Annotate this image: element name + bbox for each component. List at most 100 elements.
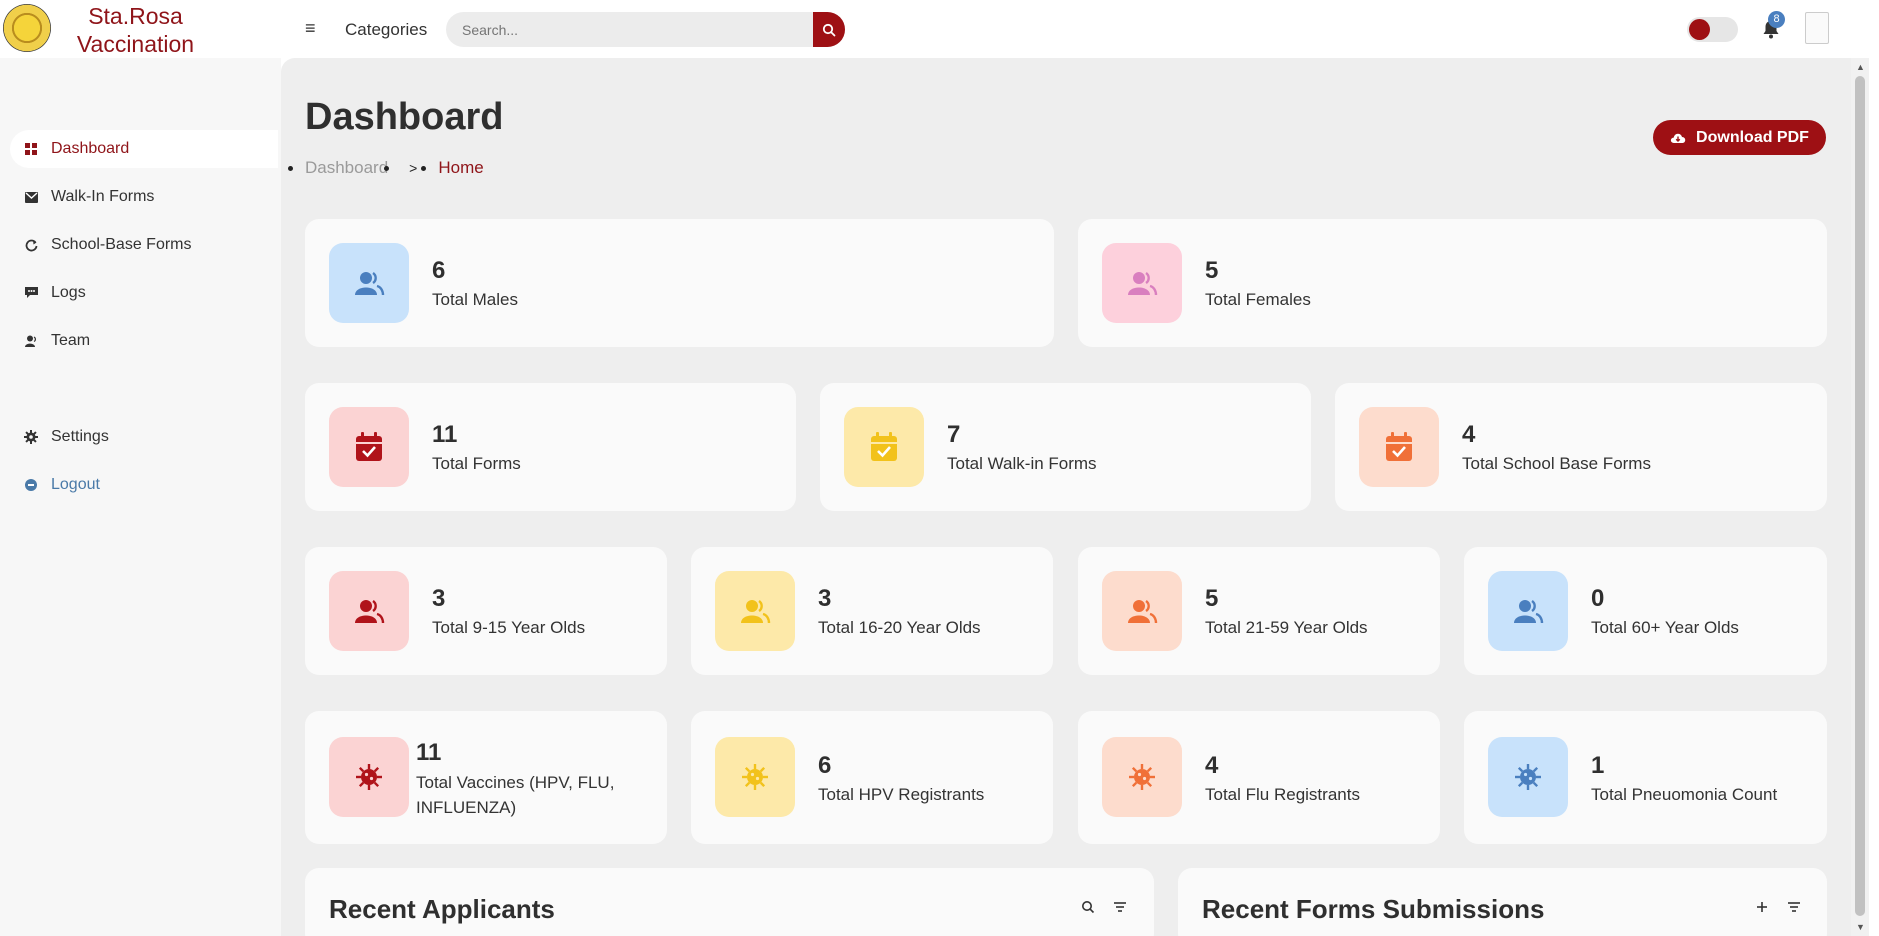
recent-applicants-title: Recent Applicants <box>329 894 555 924</box>
cloud-download-icon <box>1670 133 1686 143</box>
search-button[interactable] <box>813 12 845 47</box>
scroll-down-icon[interactable]: ▼ <box>1856 922 1865 932</box>
stat-label: Total 21-59 Year Olds <box>1205 618 1368 637</box>
sidebar: Dashboard Walk-In Forms School-Base Form… <box>0 58 281 936</box>
stat-label: Total Males <box>432 290 518 309</box>
users-icon <box>1102 571 1182 651</box>
stat-label: Total Pneuomonia Count <box>1591 785 1778 804</box>
download-pdf-label: Download PDF <box>1696 128 1809 146</box>
stat-card-total-vaccines: 11 Total Vaccines (HPV, FLU, INFLUENZA) <box>305 711 667 844</box>
stat-value: 5 <box>1205 257 1219 284</box>
stat-label: Total 9-15 Year Olds <box>432 618 586 637</box>
download-pdf-button[interactable]: Download PDF <box>1653 120 1826 155</box>
calendar-check-icon <box>329 407 409 487</box>
sidebar-item-team[interactable]: Team <box>10 322 278 360</box>
recent-forms-panel: Recent Forms Submissions <box>1178 868 1827 936</box>
logout-icon <box>16 479 46 491</box>
virus-icon <box>715 737 795 817</box>
sidebar-item-label: Logout <box>51 476 100 493</box>
recent-forms-title: Recent Forms Submissions <box>1202 894 1545 924</box>
stat-card-hpv: 6 Total HPV Registrants <box>691 711 1053 844</box>
stat-value: 11 <box>416 739 442 766</box>
recent-applicants-panel: Recent Applicants <box>305 868 1154 936</box>
stat-label: Total Vaccines (HPV, FLU, INFLUENZA) <box>416 773 615 817</box>
filter-icon[interactable] <box>1787 900 1801 914</box>
users-icon <box>329 243 409 323</box>
page-scrollbar[interactable]: ▲ ▼ <box>1851 58 1869 936</box>
stat-card-age-16-20: 3 Total 16-20 Year Olds <box>691 547 1053 675</box>
stat-card-walk-in-forms: 7 Total Walk-in Forms <box>820 383 1311 511</box>
stat-card-school-base-forms: 4 Total School Base Forms <box>1335 383 1827 511</box>
virus-icon <box>329 737 409 817</box>
sidebar-item-label: Dashboard <box>51 140 130 157</box>
sidebar-item-logout[interactable]: Logout <box>10 466 278 504</box>
breadcrumb: Dashboard > Home <box>288 158 484 178</box>
calendar-check-icon <box>1359 407 1439 487</box>
panel-tools <box>1755 900 1801 914</box>
breadcrumb-bullet <box>384 165 390 171</box>
breadcrumb-bullet <box>288 165 293 171</box>
search-input[interactable] <box>446 12 816 47</box>
stat-card-pneumonia: 1 Total Pneuomonia Count <box>1464 711 1827 844</box>
refresh-icon <box>16 239 46 252</box>
stat-value: 11 <box>432 421 458 448</box>
theme-toggle[interactable] <box>1687 17 1738 42</box>
stat-value: 7 <box>947 421 961 448</box>
stat-label: Total Walk-in Forms <box>947 454 1097 473</box>
sidebar-item-label: School-Base Forms <box>51 236 192 253</box>
breadcrumb-dashboard[interactable]: Dashboard <box>305 158 388 178</box>
sidebar-item-logs[interactable]: Logs <box>10 274 278 312</box>
breadcrumb-home[interactable]: Home <box>438 158 483 178</box>
stat-label: Total Forms <box>432 454 521 473</box>
users-icon <box>1488 571 1568 651</box>
stat-label: Total HPV Registrants <box>818 785 985 804</box>
top-header: Sta.Rosa Vaccination ≡ Categories 8 <box>0 0 1879 58</box>
sidebar-item-school-base-forms[interactable]: School-Base Forms <box>10 226 278 264</box>
users-icon <box>1102 243 1182 323</box>
sidebar-item-label: Team <box>51 332 91 349</box>
sidebar-item-dashboard[interactable]: Dashboard <box>10 130 278 168</box>
brand-line-2: Vaccination <box>76 31 195 57</box>
sidebar-item-label: Walk-In Forms <box>51 188 155 205</box>
scroll-up-icon[interactable]: ▲ <box>1856 62 1865 72</box>
scroll-thumb[interactable] <box>1855 76 1865 916</box>
breadcrumb-bullet <box>421 165 427 171</box>
stat-value: 3 <box>432 585 446 612</box>
panel-tools <box>1081 900 1127 914</box>
virus-icon <box>1488 737 1568 817</box>
search-icon[interactable] <box>1081 900 1095 914</box>
users-icon <box>715 571 795 651</box>
toggle-knob <box>1689 19 1710 40</box>
users-icon <box>329 571 409 651</box>
stat-card-females: 5 Total Females <box>1078 219 1827 347</box>
stat-card-age-21-59: 5 Total 21-59 Year Olds <box>1078 547 1440 675</box>
chat-icon <box>16 287 46 299</box>
sidebar-item-label: Logs <box>51 284 86 301</box>
search-icon <box>822 23 836 36</box>
stat-value: 3 <box>818 585 832 612</box>
stat-label: Total 16-20 Year Olds <box>818 618 981 637</box>
stat-card-flu: 4 Total Flu Registrants <box>1078 711 1440 844</box>
sidebar-item-walk-in-forms[interactable]: Walk-In Forms <box>10 178 278 216</box>
stat-card-total-forms: 11 Total Forms <box>305 383 796 511</box>
mail-icon <box>16 191 46 203</box>
search-bar <box>446 12 845 47</box>
stat-card-males: 6 Total Males <box>305 219 1054 347</box>
stat-value: 1 <box>1591 752 1605 779</box>
categories-link[interactable]: Categories <box>345 20 427 40</box>
notification-badge: 8 <box>1768 11 1785 28</box>
stat-value: 4 <box>1205 752 1219 779</box>
avatar[interactable] <box>1805 12 1829 44</box>
stat-value: 6 <box>818 752 832 779</box>
stat-label: Total Females <box>1205 290 1311 309</box>
stat-card-age-60-plus: 0 Total 60+ Year Olds <box>1464 547 1827 675</box>
sidebar-item-settings[interactable]: Settings <box>10 418 278 456</box>
stat-value: 5 <box>1205 585 1219 612</box>
plus-icon[interactable] <box>1755 900 1769 914</box>
menu-toggle-icon[interactable]: ≡ <box>305 18 316 39</box>
filter-icon[interactable] <box>1113 900 1127 914</box>
stat-label: Total School Base Forms <box>1462 454 1651 473</box>
breadcrumb-separator: > <box>409 160 418 176</box>
gear-icon <box>16 430 46 444</box>
virus-icon <box>1102 737 1182 817</box>
